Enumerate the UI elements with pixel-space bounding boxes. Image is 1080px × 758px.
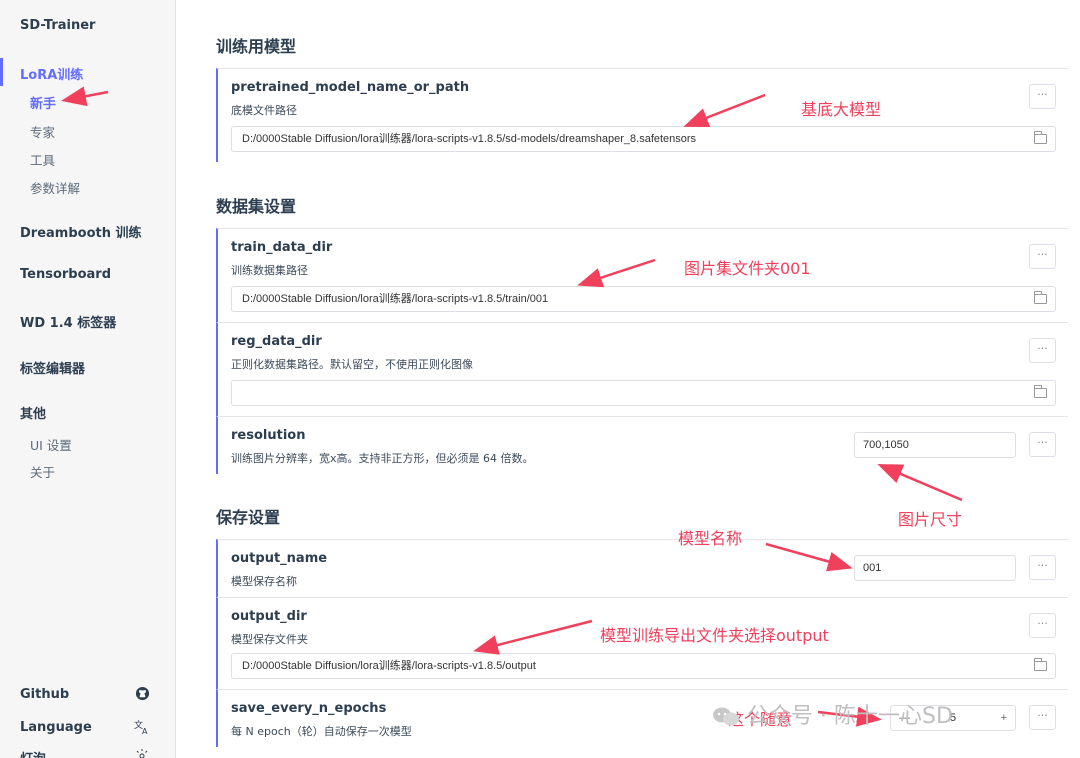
more-button[interactable]: ··· (1029, 613, 1056, 638)
reg-data-dir-input[interactable] (231, 380, 1056, 406)
folder-icon[interactable] (1034, 291, 1047, 304)
input-value: D:/0000Stable Diffusion/lora训练器/lora-scr… (242, 660, 536, 672)
folder-icon[interactable] (1034, 385, 1047, 398)
more-button[interactable]: ··· (1029, 338, 1056, 363)
section-title-model: 训练用模型 (216, 37, 297, 56)
watermark-text: 公众号 · 陈十一心SD (747, 704, 953, 729)
theme-link[interactable]: 灯泡 (20, 748, 46, 758)
sidebar-item-beginner[interactable]: 新手 (30, 93, 56, 112)
output-name-input[interactable]: 001 (854, 555, 1016, 581)
field-name: output_name (231, 551, 328, 566)
field-name: reg_data_dir (231, 334, 322, 349)
annotation-output-folder: 模型训练导出文件夹选择output (600, 626, 829, 645)
folder-icon[interactable] (1034, 658, 1047, 671)
github-icon[interactable] (134, 686, 150, 705)
active-indicator (0, 58, 3, 86)
input-value: D:/0000Stable Diffusion/lora训练器/lora-scr… (242, 293, 549, 305)
field-desc: 训练数据集路径 (231, 264, 308, 277)
train-data-dir-input[interactable]: D:/0000Stable Diffusion/lora训练器/lora-scr… (231, 286, 1056, 312)
field-name: resolution (231, 428, 306, 443)
section-title-save: 保存设置 (216, 508, 281, 527)
folder-icon[interactable] (1034, 131, 1047, 144)
field-desc: 每 N epoch（轮）自动保存一次模型 (231, 725, 412, 738)
annotation-model-name: 模型名称 (678, 529, 743, 548)
svg-text:A: A (142, 727, 148, 735)
sidebar-group-dreambooth[interactable]: Dreambooth 训练 (20, 222, 142, 241)
output-dir-input[interactable]: D:/0000Stable Diffusion/lora训练器/lora-scr… (231, 653, 1056, 679)
annotation-image-folder: 图片集文件夹001 (684, 259, 811, 278)
field-name: output_dir (231, 609, 307, 624)
field-desc: 底模文件路径 (231, 104, 297, 117)
more-button[interactable]: ··· (1029, 244, 1056, 269)
wechat-icon (713, 707, 739, 726)
field-resolution: resolution 训练图片分辨率，宽x高。支持非正方形，但必须是 64 倍数… (216, 416, 1068, 474)
field-desc: 正则化数据集路径。默认留空，不使用正则化图像 (231, 358, 473, 371)
more-button[interactable]: ··· (1029, 555, 1056, 580)
translate-icon[interactable]: 文A (134, 719, 150, 739)
sidebar-group-lora[interactable]: LoRA训练 (20, 64, 83, 83)
input-value: D:/0000Stable Diffusion/lora训练器/lora-scr… (242, 133, 697, 145)
field-desc: 模型保存名称 (231, 575, 297, 588)
app-title: SD-Trainer (20, 18, 96, 33)
sidebar-group-tag-editor[interactable]: 标签编辑器 (20, 358, 85, 377)
sidebar-item-tools[interactable]: 工具 (30, 150, 55, 169)
sidebar-item-ui-settings[interactable]: UI 设置 (30, 435, 72, 454)
sidebar-item-params[interactable]: 参数详解 (30, 178, 80, 197)
field-desc: 模型保存文件夹 (231, 633, 308, 646)
more-button[interactable]: ··· (1029, 432, 1056, 457)
field-output-name: output_name 模型保存名称 001 ··· (216, 539, 1068, 597)
annotation-image-size: 图片尺寸 (898, 510, 963, 529)
field-name: train_data_dir (231, 240, 333, 255)
field-name: save_every_n_epochs (231, 701, 387, 716)
sidebar-item-expert[interactable]: 专家 (30, 122, 55, 141)
field-train-data-dir: train_data_dir 训练数据集路径 ··· D:/0000Stable… (216, 228, 1068, 322)
resolution-input[interactable]: 700,1050 (854, 432, 1016, 458)
language-link[interactable]: Language (20, 720, 92, 735)
github-link[interactable]: Github (20, 687, 69, 702)
sidebar: SD-Trainer LoRA训练 新手 专家 工具 参数详解 Dreamboo… (0, 0, 176, 758)
field-reg-data-dir: reg_data_dir 正则化数据集路径。默认留空，不使用正则化图像 ··· (216, 322, 1068, 416)
more-button[interactable]: ··· (1029, 705, 1056, 730)
sidebar-group-other[interactable]: 其他 (20, 403, 46, 422)
sidebar-group-wd-tagger[interactable]: WD 1.4 标签器 (20, 312, 116, 331)
section-title-dataset: 数据集设置 (216, 197, 297, 216)
sun-icon[interactable] (134, 748, 150, 758)
field-name: pretrained_model_name_or_path (231, 80, 470, 95)
sidebar-item-about[interactable]: 关于 (30, 462, 55, 481)
annotation-base-model: 基底大模型 (801, 100, 882, 119)
watermark: 公众号 · 陈十一心SD (712, 698, 953, 730)
field-desc: 训练图片分辨率，宽x高。支持非正方形，但必须是 64 倍数。 (231, 452, 534, 465)
increment-button[interactable]: + (1001, 706, 1007, 730)
pretrained-model-input[interactable]: D:/0000Stable Diffusion/lora训练器/lora-scr… (231, 126, 1056, 152)
sidebar-group-tensorboard[interactable]: Tensorboard (20, 267, 111, 282)
field-pretrained-model: pretrained_model_name_or_path 底模文件路径 ···… (216, 68, 1068, 162)
more-button[interactable]: ··· (1029, 84, 1056, 109)
